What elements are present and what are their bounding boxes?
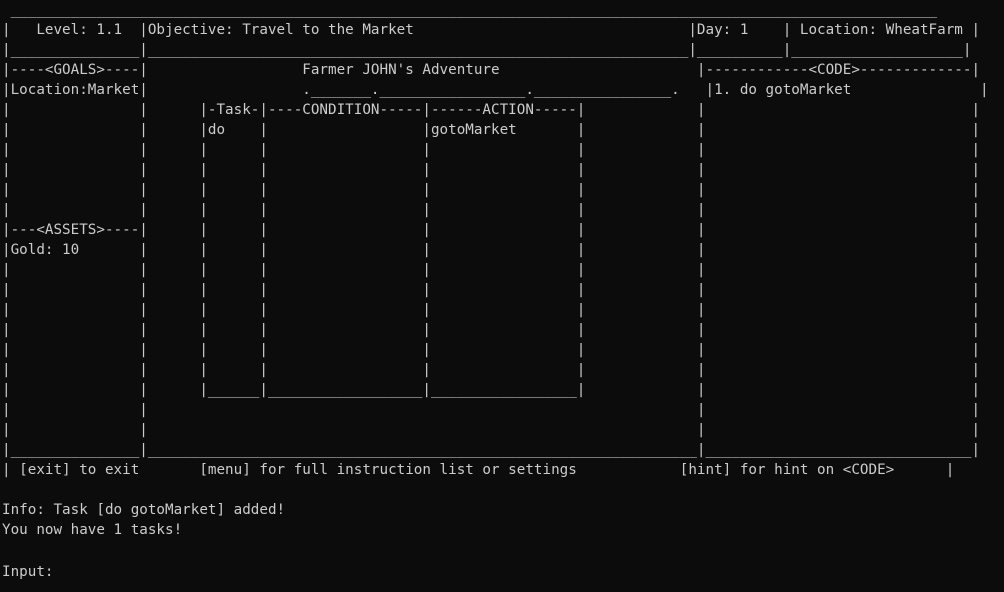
task-table-row-1: | | |do | |gotoMarket | | | bbox=[2, 122, 981, 138]
blank-line-2 bbox=[2, 540, 989, 560]
assets-gold-row: |Gold: 10 | | | | | | | bbox=[2, 242, 981, 258]
task-table-row-9: | | | | | | | | bbox=[2, 282, 981, 298]
frame-top-border: ________________________________________… bbox=[2, 2, 946, 18]
task-table-row-5: | | | | | | | | bbox=[2, 202, 981, 218]
input-caret[interactable] bbox=[62, 560, 71, 576]
status-row-divider: |_______________|_______________________… bbox=[2, 42, 972, 58]
input-prompt-label: Input: bbox=[2, 564, 63, 580]
terminal-console: ________________________________________… bbox=[2, 0, 989, 580]
status-row: | Level: 1.1 |Objective: Travel to the M… bbox=[2, 22, 981, 38]
frame-row-blank-2: | | | | bbox=[2, 422, 981, 438]
footer-help-row: | [exit] to exit [menu] for full instruc… bbox=[2, 462, 955, 478]
task-table-row-10: | | | | | | | | bbox=[2, 302, 981, 318]
task-count-message: You now have 1 tasks! bbox=[2, 522, 183, 538]
task-table-row-8: | | | | | | | | bbox=[2, 262, 981, 278]
info-message: Info: Task [do gotoMarket] added! bbox=[2, 502, 286, 518]
frame-row-blank-1: | | | | bbox=[2, 402, 981, 418]
task-table-header-row: | | |-Task-|----CONDITION-----|------ACT… bbox=[2, 102, 981, 118]
panel-header-row: |----<GOALS>----| Farmer JOHN's Adventur… bbox=[2, 62, 981, 78]
frame-bottom-border: |_______________|_______________________… bbox=[2, 442, 981, 458]
task-table-row-2: | | | | | | | | bbox=[2, 142, 981, 158]
task-table-row-4: | | | | | | | | bbox=[2, 182, 981, 198]
task-table-row-12: | | | | | | | | bbox=[2, 342, 981, 358]
task-table-row-11: | | | | | | | | bbox=[2, 322, 981, 338]
task-table-bottom-border: | | |______|__________________|_________… bbox=[2, 382, 981, 398]
task-table-row-13: | | | | | | | | bbox=[2, 362, 981, 378]
assets-header-row: |---<ASSETS>----| | | | | | | bbox=[2, 222, 981, 238]
input-line[interactable]: Input: bbox=[2, 560, 989, 580]
task-table-row-3: | | | | | | | | bbox=[2, 162, 981, 178]
goals-location-row: |Location:Market| ._______._____________… bbox=[2, 82, 989, 98]
